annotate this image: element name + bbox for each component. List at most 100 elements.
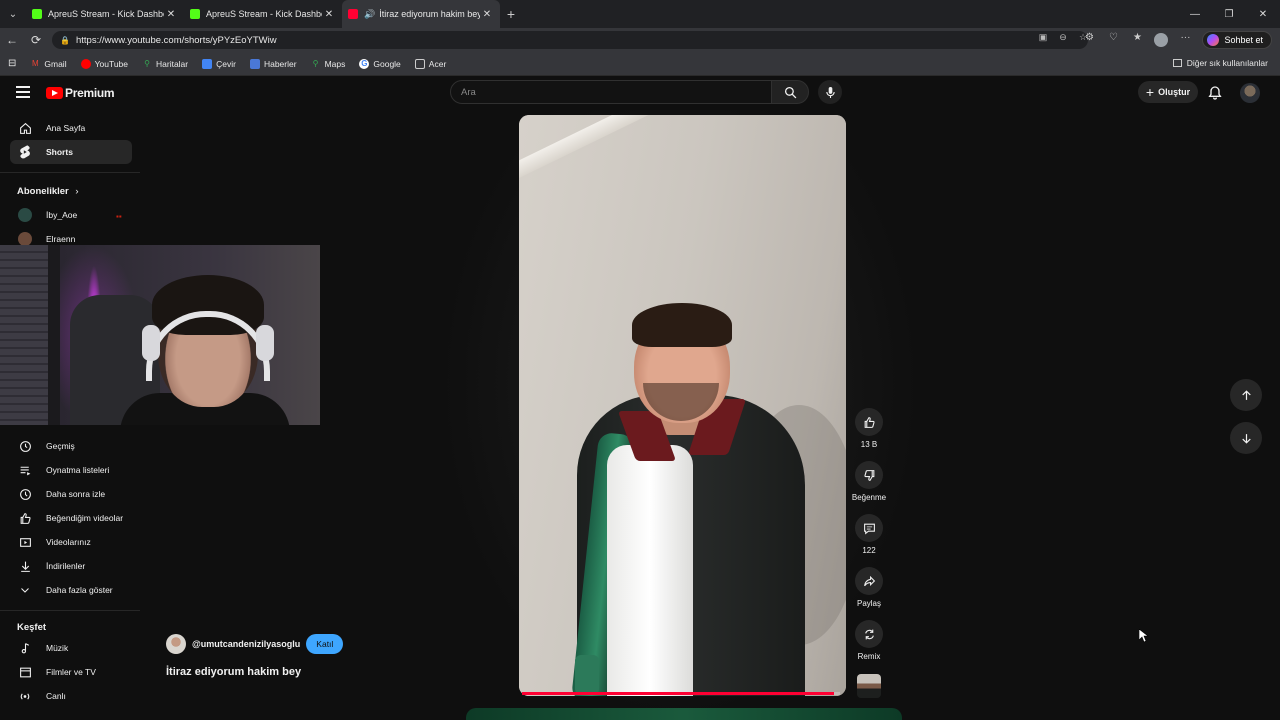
person-hand <box>575 655 599 695</box>
audio-playing-icon[interactable]: 🔊 <box>364 9 375 20</box>
like-count: 13 B <box>860 440 878 449</box>
search-input[interactable]: Ara <box>450 80 772 104</box>
plus-icon: + <box>1145 84 1155 100</box>
streamer-webcam-overlay <box>0 245 320 425</box>
tab-close-icon[interactable]: ✕ <box>322 9 336 20</box>
back-arrow-icon[interactable]: ← <box>0 28 24 52</box>
extensions-icon[interactable]: ⚙ <box>1082 32 1096 48</box>
video-progress-bar[interactable] <box>522 692 840 695</box>
bookmark-haberler[interactable]: Haberler <box>249 58 297 69</box>
video-play-icon <box>18 535 32 549</box>
menu-icon[interactable] <box>16 86 30 98</box>
channel-avatar[interactable] <box>166 634 186 654</box>
arrow-up-icon <box>1241 389 1251 400</box>
sidebar-item-movies[interactable]: Filmler ve TV <box>10 660 132 684</box>
next-short-button[interactable] <box>1230 422 1262 454</box>
tab-close-icon[interactable]: ✕ <box>480 9 494 20</box>
browser-tab[interactable]: ApreuS Stream - Kick Dashboard ✕ <box>26 0 184 28</box>
close-window-icon[interactable]: ✕ <box>1246 0 1280 28</box>
sidebar-item-label: Beğendiğim videolar <box>46 513 124 523</box>
download-icon <box>18 559 32 573</box>
split-screen-icon[interactable]: ⊟ <box>8 58 16 69</box>
maps-pin-icon: ⚲ <box>312 58 319 68</box>
profile-avatar[interactable] <box>1154 33 1169 47</box>
window-controls: — ❐ ✕ <box>1178 0 1280 28</box>
new-tab-plus-icon[interactable]: + <box>500 6 522 22</box>
create-button[interactable]: + Oluştur <box>1138 81 1198 103</box>
zoom-icon[interactable]: ⊖ <box>1056 32 1070 48</box>
sidebar-item-shorts[interactable]: Shorts <box>10 140 132 164</box>
notifications-bell-icon[interactable] <box>1207 85 1223 101</box>
search-button[interactable] <box>771 80 809 104</box>
kick-favicon-icon <box>190 9 200 19</box>
sidebar-item-label: Geçmiş <box>46 441 75 451</box>
app-install-icon[interactable]: ▣ <box>1036 32 1050 48</box>
short-title: İtiraz ediyorum hakim bey <box>166 666 302 678</box>
bookmark-gmail[interactable]: M Gmail <box>30 58 67 69</box>
tab-close-icon[interactable]: ✕ <box>164 9 178 20</box>
music-note-icon <box>18 641 32 655</box>
browser-essentials-icon[interactable]: ♡ <box>1106 32 1120 48</box>
youtube-icon <box>80 58 91 69</box>
tab-actions-chevron-icon[interactable]: ⌄ <box>0 0 26 28</box>
news-icon <box>249 58 260 69</box>
remix-button[interactable] <box>855 620 883 648</box>
sidebar-item-label: Daha sonra izle <box>46 489 106 499</box>
headphone-cup <box>256 325 274 361</box>
next-short-preview[interactable] <box>466 708 902 720</box>
like-button[interactable] <box>855 408 883 436</box>
bookmark-acer[interactable]: Acer <box>414 58 446 69</box>
sidebar-item-music[interactable]: Müzik <box>10 636 132 660</box>
url-field[interactable]: 🔒 https://www.youtube.com/shorts/yPYzEoY… <box>52 31 1088 49</box>
sidebar-item-playlists[interactable]: Oynatma listeleri <box>10 458 132 482</box>
share-label: Paylaş <box>856 599 881 608</box>
sidebar-item-show-more[interactable]: Daha fazla göster <box>10 578 132 602</box>
browser-tab-active[interactable]: 🔊 İtiraz ediyorum hakim bey - Y ✕ <box>342 0 500 28</box>
bookmark-haritalar[interactable]: ⚲ Haritalar <box>142 59 188 69</box>
live-broadcast-icon <box>18 689 32 703</box>
subscriptions-heading[interactable]: Abonelikler › <box>17 186 79 197</box>
sidebar-item-history[interactable]: Geçmiş <box>10 434 132 458</box>
join-button[interactable]: Katıl <box>306 634 344 654</box>
voice-search-button[interactable] <box>818 80 842 104</box>
site-info-icon[interactable]: 🔒 <box>60 36 70 45</box>
sidebar-item-liked-videos[interactable]: Beğendiğim videolar <box>10 506 132 530</box>
youtube-premium-logo[interactable]: Premium <box>46 86 115 100</box>
sidebar-item-home[interactable]: Ana Sayfa <box>10 116 132 140</box>
thumbs-up-icon <box>864 416 875 428</box>
favorites-icon[interactable]: ★ <box>1130 32 1144 48</box>
youtube-page: Premium Ara + Oluştur Ana Sayfa Shorts Ab… <box>0 76 1280 720</box>
bookmark-google[interactable]: G Google <box>359 58 401 69</box>
share-button[interactable] <box>855 567 883 595</box>
copilot-chat-button[interactable]: Sohbet et <box>1202 31 1272 49</box>
more-options-icon[interactable]: ··· <box>1178 32 1192 48</box>
bookmark-cevir[interactable]: Çevir <box>202 58 236 69</box>
comments-button[interactable] <box>855 514 883 542</box>
webcam-blinds <box>0 245 48 425</box>
person-hair <box>632 303 732 347</box>
sidebar-item-live[interactable]: Canlı <box>10 684 132 708</box>
short-video-player[interactable] <box>519 115 846 696</box>
bookmark-youtube[interactable]: YouTube <box>80 58 128 69</box>
reload-icon[interactable]: ⟳ <box>24 28 48 52</box>
bookmark-label: Gmail <box>44 58 67 69</box>
sidebar-channel[interactable]: İby_Aoe ▪▪ <box>10 203 132 227</box>
sound-thumbnail[interactable] <box>857 674 881 698</box>
previous-short-button[interactable] <box>1230 379 1262 411</box>
account-avatar[interactable] <box>1240 83 1260 103</box>
minimize-icon[interactable]: — <box>1178 0 1212 28</box>
film-icon <box>18 665 32 679</box>
sidebar-item-your-videos[interactable]: Videolarınız <box>10 530 132 554</box>
sidebar-item-downloads[interactable]: İndirilenler <box>10 554 132 578</box>
dislike-label: Beğenme <box>851 493 887 502</box>
bookmark-maps[interactable]: ⚲ Maps <box>311 59 346 69</box>
channel-name[interactable]: @umutcandenizilyasoglu <box>192 639 300 649</box>
google-icon: G <box>359 58 370 69</box>
browser-tab[interactable]: ApreuS Stream - Kick Dashboard ✕ <box>184 0 342 28</box>
other-bookmarks[interactable]: Diğer sık kullanılanlar <box>1172 58 1268 68</box>
url-text: https://www.youtube.com/shorts/yPYzEoYTW… <box>76 34 277 46</box>
restore-icon[interactable]: ❐ <box>1212 0 1246 28</box>
dislike-button[interactable] <box>855 461 883 489</box>
search-icon <box>784 86 796 98</box>
sidebar-item-watch-later[interactable]: Daha sonra izle <box>10 482 132 506</box>
